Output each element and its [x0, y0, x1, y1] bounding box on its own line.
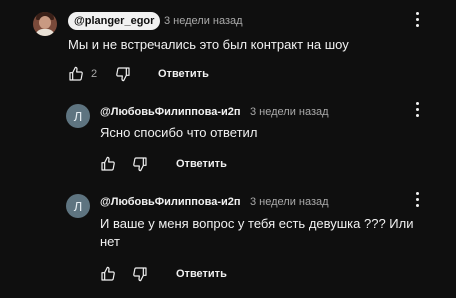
reply-button[interactable]: Ответить [176, 156, 227, 172]
reply-author[interactable]: @ЛюбовьФилиппова-и2п [100, 104, 241, 120]
reply-text: Ясно спосибо что ответил [100, 125, 258, 140]
like-count: 2 [91, 68, 98, 80]
thumbs-up-icon[interactable] [100, 266, 116, 282]
more-vert-icon[interactable] [414, 12, 420, 30]
comment-text: Мы и не встречались это был контракт на … [68, 37, 349, 52]
comment-time[interactable]: 3 недели назад [164, 13, 243, 29]
reply-button[interactable]: Ответить [176, 266, 227, 282]
reply-time[interactable]: 3 недели назад [250, 104, 329, 120]
thumbs-down-icon[interactable] [132, 156, 148, 172]
thumbs-up-icon[interactable] [100, 156, 116, 172]
avatar[interactable] [33, 12, 57, 36]
thumbs-down-icon[interactable] [115, 66, 131, 82]
comment-author[interactable]: @planger_egor [68, 12, 161, 30]
more-vert-icon[interactable] [414, 192, 420, 210]
comments-section: @planger_egor 3 недели назад Мы и не вст… [0, 0, 456, 298]
avatar[interactable]: Л [66, 194, 90, 218]
reply-text-line-2: нет [100, 234, 120, 249]
reply-button[interactable]: Ответить [158, 66, 209, 82]
more-vert-icon[interactable] [414, 102, 420, 120]
thumbs-down-icon[interactable] [132, 266, 148, 282]
avatar[interactable]: Л [66, 104, 90, 128]
reply-time[interactable]: 3 недели назад [250, 194, 329, 210]
thumbs-up-icon[interactable] [68, 66, 84, 82]
reply-text-line-1: И ваше у меня вопрос у тебя есть девушка… [100, 216, 414, 231]
reply-author[interactable]: @ЛюбовьФилиппова-и2п [100, 194, 241, 210]
